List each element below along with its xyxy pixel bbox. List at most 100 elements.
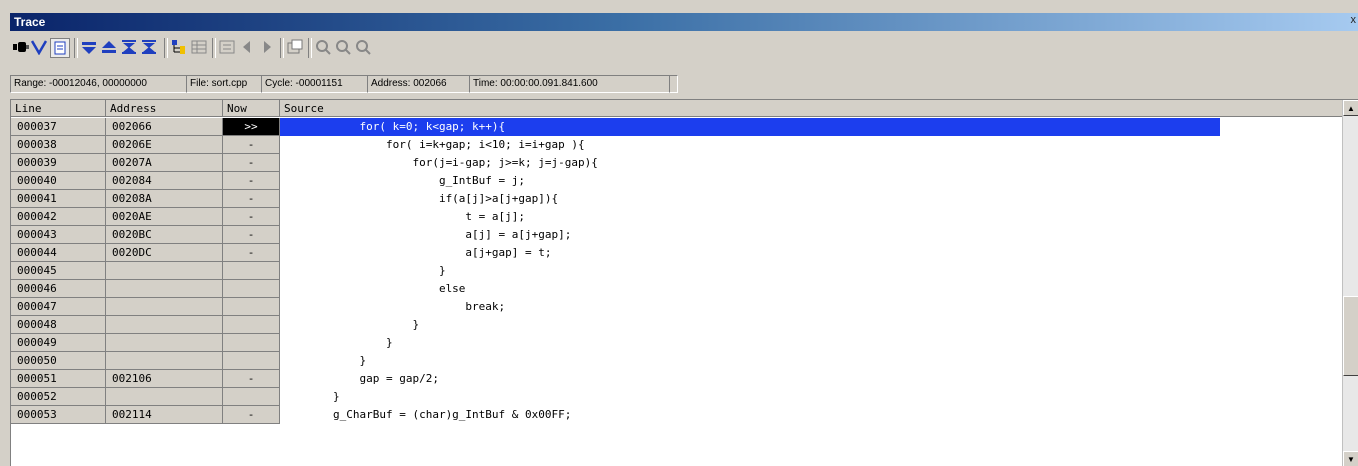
now-cell: - bbox=[223, 226, 280, 244]
line-cell: 000038 bbox=[11, 136, 106, 154]
now-cell: >> bbox=[223, 118, 280, 136]
source-cell: } bbox=[280, 390, 340, 403]
trace-window: Trace x Range: -00012046, 00000000 File:… bbox=[0, 0, 1358, 466]
source-cell: t = a[j]; bbox=[280, 210, 526, 223]
column-header-address[interactable]: Address bbox=[106, 100, 223, 117]
toolbar-separator bbox=[164, 38, 168, 58]
zoom-out-icon[interactable] bbox=[354, 38, 372, 56]
source-cell: for( i=k+gap; i<10; i=i+gap ){ bbox=[280, 138, 585, 151]
line-cell: 000037 bbox=[11, 118, 106, 136]
address-cell bbox=[106, 316, 223, 334]
arrow-up-icon[interactable] bbox=[100, 38, 118, 56]
line-cell: 000044 bbox=[11, 244, 106, 262]
table-row[interactable]: 000038 00206E - for( i=k+gap; i<10; i=i+ga… bbox=[11, 136, 1343, 154]
table-header: Line Address Now Source bbox=[11, 100, 1343, 118]
column-header-line[interactable]: Line bbox=[11, 100, 106, 117]
line-cell: 000050 bbox=[11, 352, 106, 370]
table-row[interactable]: 000050 } bbox=[11, 352, 1343, 370]
prev-icon[interactable] bbox=[238, 38, 256, 56]
status-empty bbox=[669, 75, 678, 93]
now-cell: - bbox=[223, 136, 280, 154]
address-cell bbox=[106, 280, 223, 298]
table-row[interactable]: 000039 00207A - for(j=i-gap; j>=k; j=j-gap… bbox=[11, 154, 1343, 172]
now-cell bbox=[223, 334, 280, 352]
now-cell: - bbox=[223, 190, 280, 208]
line-cell: 000039 bbox=[11, 154, 106, 172]
record-icon[interactable] bbox=[12, 38, 30, 56]
line-cell: 000042 bbox=[11, 208, 106, 226]
table-row[interactable]: 000043 0020BC - a[j] = a[j+gap]; bbox=[11, 226, 1343, 244]
status-time: Time: 00:00:00.091.841.600 bbox=[469, 75, 670, 93]
line-cell: 000046 bbox=[11, 280, 106, 298]
table-row[interactable]: 000051 002106- gap = gap/2; bbox=[11, 370, 1343, 388]
document-icon[interactable] bbox=[50, 38, 70, 58]
address-cell bbox=[106, 298, 223, 316]
status-file: File: sort.cpp bbox=[186, 75, 262, 93]
address-cell: 00206E bbox=[106, 136, 223, 154]
column-header-now[interactable]: Now bbox=[223, 100, 280, 117]
table-row[interactable]: 000049 } bbox=[11, 334, 1343, 352]
address-cell: 002106 bbox=[106, 370, 223, 388]
source-cell: g_CharBuf = (char)g_IntBuf & 0x00FF; bbox=[280, 408, 572, 421]
now-cell bbox=[223, 280, 280, 298]
properties-icon[interactable] bbox=[286, 38, 304, 56]
table-row[interactable]: 000047 break; bbox=[11, 298, 1343, 316]
line-cell: 000048 bbox=[11, 316, 106, 334]
scroll-thumb[interactable] bbox=[1343, 296, 1358, 376]
now-cell: - bbox=[223, 406, 280, 424]
arrow-down-icon[interactable] bbox=[80, 38, 98, 56]
toolbar-separator bbox=[308, 38, 312, 58]
line-cell: 000040 bbox=[11, 172, 106, 190]
table-row[interactable]: 000045 } bbox=[11, 262, 1343, 280]
frame-icon[interactable] bbox=[218, 38, 236, 56]
table-row[interactable]: 000048 } bbox=[11, 316, 1343, 334]
toolbar bbox=[10, 33, 1358, 63]
source-cell: g_IntBuf = j; bbox=[280, 174, 526, 187]
now-cell bbox=[223, 388, 280, 406]
table-row[interactable]: 000042 0020AE - t = a[j]; bbox=[11, 208, 1343, 226]
next-icon[interactable] bbox=[258, 38, 276, 56]
scroll-down-icon[interactable]: ▼ bbox=[1343, 451, 1358, 466]
title-bar[interactable]: Trace x bbox=[10, 13, 1358, 31]
source-cell: for( k=0; k<gap; k++){ bbox=[280, 118, 1220, 136]
address-cell: 00208A bbox=[106, 190, 223, 208]
status-bar: Range: -00012046, 00000000 File: sort.cp… bbox=[10, 75, 1358, 93]
table-row[interactable]: 000040 002084- g_IntBuf = j; bbox=[11, 172, 1343, 190]
close-icon[interactable]: x bbox=[1351, 14, 1357, 26]
tree-icon[interactable] bbox=[170, 38, 188, 56]
column-header-source[interactable]: Source bbox=[280, 100, 1343, 117]
address-cell bbox=[106, 334, 223, 352]
zoom-in-icon[interactable] bbox=[334, 38, 352, 56]
collapse-icon[interactable] bbox=[140, 38, 158, 56]
now-cell bbox=[223, 298, 280, 316]
scroll-up-icon[interactable]: ▲ bbox=[1343, 100, 1358, 116]
source-cell: } bbox=[280, 264, 446, 277]
expand-icon[interactable] bbox=[120, 38, 138, 56]
window-title: Trace bbox=[14, 15, 46, 29]
grid-icon[interactable] bbox=[190, 38, 208, 56]
table-row[interactable]: 000053 002114- g_CharBuf = (char)g_IntBuf… bbox=[11, 406, 1343, 424]
address-cell: 0020AE bbox=[106, 208, 223, 226]
address-cell: 0020DC bbox=[106, 244, 223, 262]
now-cell: - bbox=[223, 208, 280, 226]
line-cell: 000051 bbox=[11, 370, 106, 388]
table-row[interactable]: 000037 002066 >> for( k=0; k<gap; k++){ bbox=[11, 118, 1343, 136]
table-row[interactable]: 000046 else bbox=[11, 280, 1343, 298]
table-row[interactable]: 000044 0020DC - a[j+gap] = t; bbox=[11, 244, 1343, 262]
source-cell: } bbox=[280, 354, 367, 367]
toolbar-separator bbox=[280, 38, 284, 58]
now-cell: - bbox=[223, 244, 280, 262]
source-cell: } bbox=[280, 336, 393, 349]
source-cell: } bbox=[280, 318, 420, 331]
table-row[interactable]: 000052 } bbox=[11, 388, 1343, 406]
filter-icon[interactable] bbox=[30, 38, 48, 56]
toolbar-separator bbox=[74, 38, 78, 58]
zoom-icon[interactable] bbox=[314, 38, 332, 56]
line-cell: 000045 bbox=[11, 262, 106, 280]
status-address: Address: 002066 bbox=[367, 75, 470, 93]
now-cell bbox=[223, 352, 280, 370]
now-cell bbox=[223, 316, 280, 334]
table-row[interactable]: 000041 00208A - if(a[j]>a[j+gap]){ bbox=[11, 190, 1343, 208]
vertical-scrollbar[interactable]: ▲ ▼ bbox=[1342, 100, 1358, 466]
status-cycle: Cycle: -00001151 bbox=[261, 75, 368, 93]
